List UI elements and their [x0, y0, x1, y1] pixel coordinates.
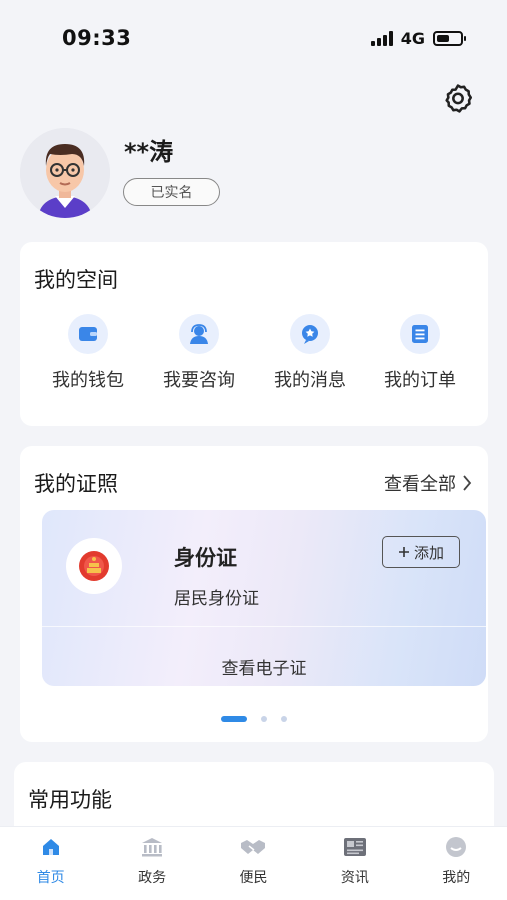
card-divider [42, 626, 486, 627]
space-item-label: 我要咨询 [163, 370, 235, 391]
verified-badge: 已实名 [123, 178, 220, 206]
space-item-label: 我的订单 [384, 370, 456, 391]
my-space-card: 我的空间 我的钱包 我要咨询 我的消息 我的订单 [20, 242, 488, 426]
tab-home[interactable]: 首页 [11, 835, 91, 887]
consult-icon [179, 314, 219, 354]
id-card-subtitle: 居民身份证 [174, 589, 259, 609]
wallet-icon [68, 314, 108, 354]
space-item-label: 我的消息 [274, 370, 346, 391]
common-functions-title: 常用功能 [28, 788, 112, 812]
handshake-icon [240, 835, 266, 859]
settings-gear-icon[interactable] [441, 82, 475, 116]
add-certificate-label: 添加 [413, 543, 444, 562]
pager-dot[interactable] [261, 716, 267, 722]
tab-profile[interactable]: 我的 [416, 835, 496, 887]
space-item-label: 我的钱包 [52, 370, 124, 391]
avatar[interactable] [20, 128, 110, 218]
status-indicators: 4G [370, 28, 466, 48]
home-icon [38, 835, 64, 859]
status-time: 09:33 [62, 26, 132, 50]
view-all-link[interactable]: 查看全部 [384, 470, 472, 496]
pager-dot[interactable] [281, 716, 287, 722]
status-bar: 09:33 4G [0, 0, 507, 76]
tab-label: 我的 [442, 870, 471, 886]
tab-label: 政务 [138, 870, 167, 886]
view-e-certificate-link[interactable]: 查看电子证 [42, 654, 486, 679]
bottom-tab-bar: 首页 政务 便民 资讯 我的 [0, 826, 507, 900]
my-space-title: 我的空间 [34, 268, 118, 292]
battery-icon [433, 30, 466, 46]
tab-government[interactable]: 政务 [112, 835, 192, 887]
message-icon [290, 314, 330, 354]
plus-icon [398, 547, 409, 557]
tab-label: 便民 [239, 870, 268, 886]
space-item-orders[interactable]: 我的订单 [370, 314, 470, 392]
user-name: **涛 [124, 138, 174, 166]
order-icon [400, 314, 440, 354]
carousel-pager [20, 716, 488, 722]
government-icon [139, 835, 165, 859]
view-all-label: 查看全部 [384, 474, 456, 495]
certificates-title: 我的证照 [34, 472, 118, 496]
network-type: 4G [400, 28, 425, 48]
id-card[interactable]: 身份证 居民身份证 添加 查看电子证 [42, 510, 486, 686]
space-item-wallet[interactable]: 我的钱包 [38, 314, 138, 392]
pager-dot[interactable] [221, 716, 247, 722]
signal-icon [370, 30, 393, 46]
space-item-consult[interactable]: 我要咨询 [149, 314, 249, 392]
space-item-messages[interactable]: 我的消息 [260, 314, 360, 392]
tab-label: 首页 [36, 870, 65, 886]
tab-label: 资讯 [340, 870, 369, 886]
profile-icon [443, 835, 469, 859]
tab-news[interactable]: 资讯 [315, 835, 395, 887]
national-emblem-icon [66, 538, 122, 594]
certificates-card: 我的证照 查看全部 身份证 居民身份证 添加 查看电子证 [20, 446, 488, 742]
id-card-title: 身份证 [174, 546, 237, 570]
news-icon [342, 835, 368, 859]
add-certificate-button[interactable]: 添加 [382, 536, 460, 568]
tab-convenience[interactable]: 便民 [213, 835, 293, 887]
chevron-right-icon [463, 475, 472, 491]
